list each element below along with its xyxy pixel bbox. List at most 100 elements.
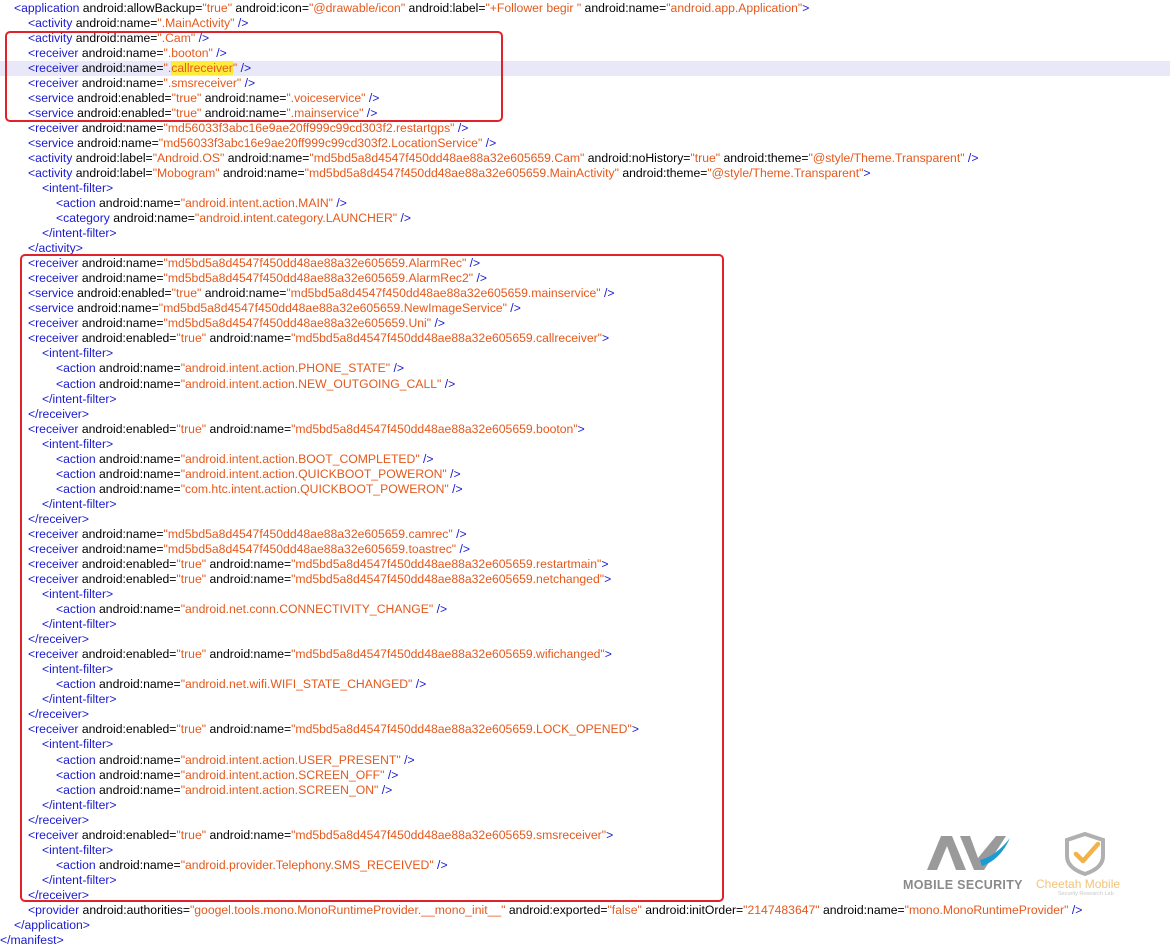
code-line: <action android:name="android.intent.act… (0, 377, 1170, 392)
xml-value-token: "Android.OS" (152, 150, 225, 165)
xml-tag-token: </intent-filter> (42, 872, 117, 887)
xml-attribute-token: android:name= (81, 541, 164, 556)
code-line: <receiver android:name=".callreceiver" /… (0, 60, 1170, 76)
xml-tag-token: </intent-filter> (42, 617, 117, 632)
xml-tag-token: </receiver> (28, 707, 89, 722)
xml-value-token: "md5bd5a8d4547f450dd48ae88a32e605659.cam… (163, 526, 453, 541)
xml-tag-token: <intent-filter> (42, 180, 114, 195)
code-line: <receiver android:enabled="true" android… (0, 557, 1170, 572)
xml-tag-token: <action (56, 451, 100, 466)
cheetah-mobile-logo: Cheetah Mobile Security Research Lab (1030, 830, 1140, 898)
xml-attribute-token: android:label= (75, 165, 153, 180)
xml-attribute-token: android:name= (201, 105, 287, 120)
code-line: </receiver> (0, 512, 1170, 527)
xml-tag-token: /> (482, 135, 497, 150)
xml-tag-token: <service (28, 90, 78, 105)
xml-attribute-token: android:name= (819, 902, 905, 917)
xml-attribute-token: android:name= (81, 60, 164, 75)
xml-tag-token: <receiver (28, 556, 82, 571)
xml-tag-token: <action (56, 361, 100, 376)
code-line: <receiver android:enabled="true" android… (0, 422, 1170, 437)
code-line: </intent-filter> (0, 617, 1170, 632)
xml-tag-token: <intent-filter> (42, 662, 114, 677)
xml-tag-token: /> (452, 526, 467, 541)
xml-tag-token: <action (56, 677, 100, 692)
xml-tag-token: <receiver (28, 75, 82, 90)
xml-value-token: "android.provider.Telephony.SMS_RECEIVED… (180, 857, 434, 872)
xml-value-token: "googel.tools.mono.MonoRuntimeProvider._… (189, 902, 506, 917)
xml-tag-token: /> (433, 857, 448, 872)
code-line: <receiver android:name="md5bd5a8d4547f45… (0, 542, 1170, 557)
xml-tag-token: <receiver (28, 722, 82, 737)
xml-value-token: "android.intent.action.USER_PRESENT" (180, 752, 401, 767)
xml-value-token: "true" (171, 90, 202, 105)
xml-tag-token: /> (390, 361, 404, 376)
xml-tag-token: <receiver (28, 45, 82, 60)
xml-tag-token: > (577, 421, 585, 436)
xml-value-token: "true" (176, 421, 207, 436)
xml-value-token: "mono.MonoRuntimeProvider" (904, 902, 1069, 917)
xml-attribute-token: android:enabled= (81, 331, 177, 346)
code-line: <receiver android:name="md5bd5a8d4547f45… (0, 316, 1170, 331)
xml-tag-token: /> (964, 150, 979, 165)
xml-tag-token: <category (56, 211, 114, 226)
xml-attribute-token: android:name= (99, 361, 181, 376)
xml-attribute-token: android:enabled= (81, 556, 177, 571)
xml-tag-token: /> (506, 301, 521, 316)
xml-value-token: "md5bd5a8d4547f450dd48ae88a32e605659.Ala… (163, 271, 474, 286)
xml-value-token: "android.intent.action.SCREEN_ON" (180, 782, 379, 797)
xml-value-token: "false" (607, 902, 642, 917)
xml-tag-token: > (863, 165, 871, 180)
xml-tag-token: <receiver (28, 120, 82, 135)
xml-tag-token: </intent-filter> (42, 797, 117, 812)
xml-value-token: "md56033f3abc16e9ae20ff999c99cd303f2.res… (163, 120, 455, 135)
xml-tag-token: <receiver (28, 256, 82, 271)
xml-attribute-token: android:name= (99, 602, 181, 617)
xml-value-token: "md5bd5a8d4547f450dd48ae88a32e605659.toa… (163, 541, 457, 556)
xml-value-token: "md5bd5a8d4547f450dd48ae88a32e605659.Uni… (163, 316, 432, 331)
xml-attribute-token: android:theme= (618, 165, 708, 180)
xml-attribute-token: android:name= (201, 90, 287, 105)
xml-attribute-token: android:enabled= (77, 90, 172, 105)
xml-tag-token: <receiver (28, 271, 82, 286)
xml-tag-token: <action (56, 767, 100, 782)
xml-tag-token: /> (237, 60, 252, 75)
code-line: <intent-filter> (0, 662, 1170, 677)
code-line: <application android:allowBackup="true" … (0, 1, 1170, 16)
code-line: <action android:name="android.intent.act… (0, 361, 1170, 376)
xml-attribute-token: android:theme= (720, 150, 809, 165)
code-line: <action android:name="android.intent.act… (0, 196, 1170, 211)
xml-attribute-token: android:exported= (505, 902, 608, 917)
xml-tag-token: /> (431, 316, 445, 331)
xml-value-token: "android.net.wifi.WIFI_STATE_CHANGED" (180, 677, 413, 692)
avl-logo-label: MOBILE SECURITY (903, 878, 1023, 892)
shield-check-icon (1065, 831, 1105, 877)
xml-value-token: "true" (176, 647, 207, 662)
xml-tag-token: <receiver (28, 526, 82, 541)
code-line: <service android:name="md5bd5a8d4547f450… (0, 301, 1170, 316)
code-line: <action android:name="android.intent.act… (0, 768, 1170, 783)
code-line: <service android:enabled="true" android:… (0, 91, 1170, 106)
code-line: <service android:enabled="true" android:… (0, 286, 1170, 301)
xml-value-token: "true" (176, 722, 207, 737)
xml-attribute-token: android:enabled= (81, 827, 177, 842)
code-line: <receiver android:enabled="true" android… (0, 722, 1170, 737)
xml-tag-token: /> (241, 75, 256, 90)
xml-attribute-token: android:name= (206, 331, 292, 346)
xml-tag-token: <service (28, 286, 78, 301)
xml-attribute-token: android:name= (206, 827, 292, 842)
xml-value-token: "true" (176, 556, 207, 571)
code-line: </intent-filter> (0, 392, 1170, 407)
xml-value-token: ".MainActivity" (157, 15, 235, 30)
code-line: <service android:enabled="true" android:… (0, 106, 1170, 121)
xml-value-token: "android.intent.action.SCREEN_OFF" (180, 767, 385, 782)
xml-value-token: ".mainservice" (286, 105, 364, 120)
xml-tag-token: /> (212, 45, 227, 60)
xml-value-token: "md5bd5a8d4547f450dd48ae88a32e605659.LOC… (291, 722, 632, 737)
xml-attribute-token: android:name= (77, 301, 159, 316)
xml-attribute-token: android:name= (81, 526, 164, 541)
xml-attribute-token: android:initOrder= (641, 902, 744, 917)
code-line: <action android:name="android.net.conn.C… (0, 602, 1170, 617)
xml-tag-token: > (802, 0, 810, 15)
xml-value-token: "android.intent.action.MAIN" (180, 196, 333, 211)
